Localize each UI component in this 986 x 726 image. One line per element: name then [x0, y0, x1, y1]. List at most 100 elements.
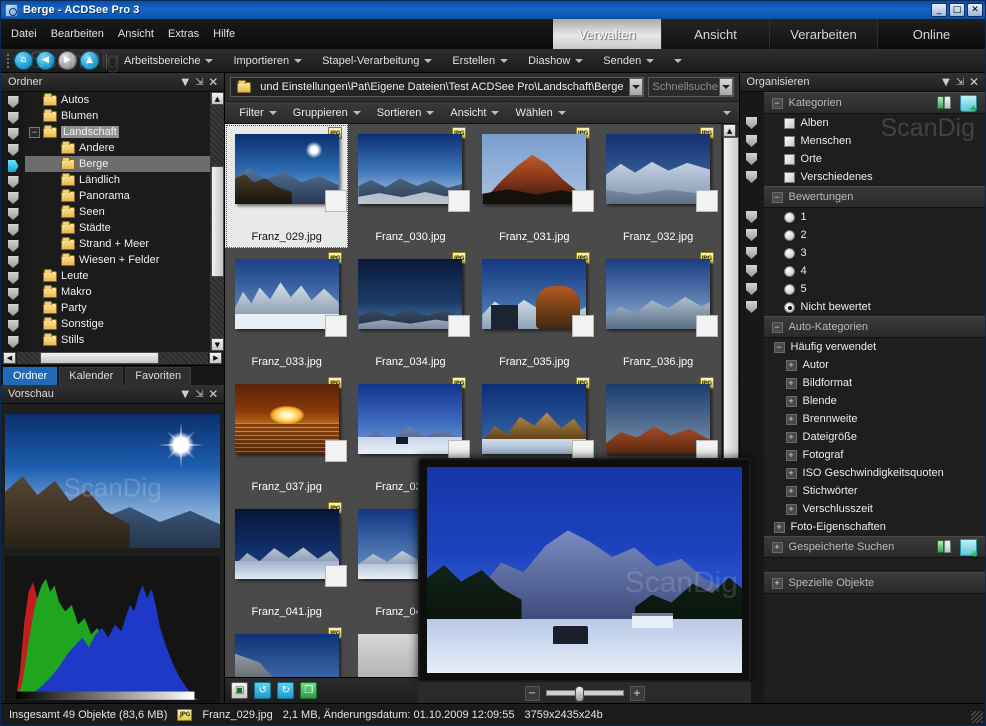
tab-ansicht[interactable]: Ansicht — [661, 19, 769, 49]
checkbox[interactable] — [783, 171, 795, 183]
close-icon[interactable]: ✕ — [206, 387, 220, 401]
tree-tag-icon[interactable] — [1, 318, 25, 334]
tree-item-seen[interactable]: Seen — [25, 204, 210, 220]
chevron-down-icon[interactable]: ▼ — [178, 389, 192, 400]
scroll-up-icon[interactable]: ▲ — [723, 124, 737, 137]
quick-search[interactable]: Schnellsuche — [647, 77, 734, 97]
back-icon[interactable]: ◀ — [36, 51, 55, 70]
tree-item-panorama[interactable]: Panorama — [25, 188, 210, 204]
tree-tag-icon[interactable] — [1, 254, 25, 270]
path-input[interactable]: und Einstellungen\Pat\Eigene Dateien\Tes… — [230, 77, 644, 97]
tree-tag-icon[interactable] — [1, 334, 25, 350]
thumbnail-cell[interactable]: JPG Franz_033.jpg — [225, 249, 350, 374]
tab-favoriten[interactable]: Favoriten — [125, 367, 192, 385]
tree-item-sonstige[interactable]: Sonstige — [25, 316, 210, 332]
collapse-icon[interactable]: − — [29, 126, 40, 138]
tree-item-wiesen-felder[interactable]: Wiesen + Felder — [25, 252, 210, 268]
select-button[interactable]: Wählen — [507, 107, 573, 119]
tree-tag-icon[interactable] — [1, 158, 25, 174]
maximize-button[interactable]: □ — [949, 3, 965, 17]
auto-category-blende[interactable]: + Blende — [764, 392, 985, 410]
menu-item-extras[interactable]: Extras — [168, 28, 199, 40]
radio-button[interactable] — [783, 229, 795, 241]
thumbnail-cell[interactable]: JPG Franz_036.jpg — [596, 249, 721, 374]
organize-tag-icon[interactable] — [740, 226, 764, 244]
thumbnail-cell[interactable]: JPG Franz_031.jpg — [472, 124, 597, 249]
expand-icon[interactable]: + — [785, 413, 797, 425]
folder-tree[interactable]: Autos Blumen − Landschaft Andere Berge Ländlic… — [25, 92, 211, 351]
checkbox[interactable] — [783, 117, 795, 129]
expand-icon[interactable]: + — [773, 521, 785, 533]
collapse-icon[interactable]: − — [771, 321, 783, 333]
thumbnail-cell[interactable]: JPG Franz_035.jpg — [472, 249, 597, 374]
tree-item-blumen[interactable]: Blumen — [25, 108, 210, 124]
menu-item-ansicht[interactable]: Ansicht — [118, 28, 154, 40]
scroll-left-icon[interactable]: ◀ — [3, 352, 16, 364]
section-header-gespeicherte-suchen[interactable]: + Gespeicherte Suchen — [763, 536, 985, 559]
group-button[interactable]: Gruppieren — [285, 107, 369, 119]
tag-icon[interactable] — [937, 95, 953, 111]
checkbox[interactable] — [783, 153, 795, 165]
tree-item-berge[interactable]: Berge — [25, 156, 211, 172]
menu-item-bearbeiten[interactable]: Bearbeiten — [51, 28, 104, 40]
toolbar-stapel-verarbeitung[interactable]: Stapel-Verarbeitung — [312, 49, 442, 73]
scroll-thumb[interactable] — [210, 165, 224, 278]
thumbnail-image[interactable] — [482, 134, 587, 204]
tab-verarbeiten[interactable]: Verarbeiten — [769, 19, 877, 49]
radio-button[interactable] — [783, 301, 795, 313]
tree-item-l-ndlich[interactable]: Ländlich — [25, 172, 210, 188]
filter-button[interactable]: Filter — [231, 107, 284, 119]
organize-row-2[interactable]: 2 — [764, 226, 985, 244]
thumbnail-image[interactable] — [606, 134, 711, 204]
scroll-up-icon[interactable]: ▲ — [210, 92, 224, 105]
forward-icon[interactable]: ▶ — [58, 51, 77, 70]
toolbar-senden[interactable]: Senden — [593, 49, 664, 73]
tree-tag-icon[interactable] — [1, 286, 25, 302]
toolbar-diashow[interactable]: Diashow — [518, 49, 593, 73]
section-header-auto-kategorien[interactable]: − Auto-Kategorien — [763, 316, 985, 338]
thumbnail-image[interactable] — [482, 259, 587, 329]
thumbnail-image[interactable] — [234, 509, 339, 579]
auto-category-autor[interactable]: + Autor — [764, 356, 985, 374]
expand-icon[interactable]: + — [771, 541, 783, 553]
zoom-in-button[interactable]: + — [629, 685, 645, 701]
export-icon[interactable]: ▣ — [231, 682, 249, 699]
tree-tag-icon[interactable] — [1, 238, 25, 254]
menu-bar[interactable]: Datei Bearbeiten Ansicht Extras Hilfe — [1, 19, 235, 49]
collapse-icon[interactable]: − — [771, 191, 783, 203]
tree-item-strand-meer[interactable]: Strand + Meer — [25, 236, 210, 252]
filterbar-overflow[interactable] — [715, 110, 739, 115]
organize-tag-icon[interactable] — [740, 262, 764, 280]
organize-row-3[interactable]: 3 — [764, 244, 985, 262]
rotate-left-icon[interactable]: ↺ — [254, 682, 272, 699]
pin-icon[interactable]: ⇲ — [192, 77, 206, 88]
organize-row-verschiedenes[interactable]: Verschiedenes — [764, 168, 985, 186]
checkbox[interactable] — [783, 135, 795, 147]
minimize-button[interactable]: _ — [931, 3, 947, 17]
home-icon[interactable]: ⌂ — [14, 51, 33, 70]
tree-tag-icon[interactable] — [1, 302, 25, 318]
expand-icon[interactable]: + — [785, 503, 797, 515]
organize-tag-icon[interactable] — [740, 208, 764, 226]
organize-tag-icon[interactable] — [740, 244, 764, 262]
folder-panel-tabs[interactable]: Ordner Kalender Favoriten — [1, 365, 225, 385]
tree-item-stills[interactable]: Stills — [25, 332, 210, 348]
thumbnail-cell[interactable]: JPG Franz_034.jpg — [349, 249, 473, 374]
close-icon[interactable]: ✕ — [206, 75, 220, 89]
tree-item-landschaft[interactable]: − Landschaft — [25, 124, 210, 140]
thumbnail-cell[interactable]: JPG Franz_032.jpg — [596, 124, 721, 249]
auto-category-foto-eigenschaften[interactable]: + Foto-Eigenschaften — [764, 518, 985, 536]
tree-item-makro[interactable]: Makro — [25, 284, 210, 300]
thumbnail-image[interactable] — [234, 259, 339, 329]
tab-kalender[interactable]: Kalender — [59, 367, 124, 385]
zoom-slider-row[interactable]: − + — [418, 682, 751, 704]
organize-row-1[interactable]: 1 — [764, 208, 985, 226]
auto-category-brennweite[interactable]: + Brennweite — [764, 410, 985, 428]
toolbar-grip[interactable] — [5, 53, 11, 69]
tree-tag-icon[interactable] — [1, 142, 25, 158]
toolbar-erstellen[interactable]: Erstellen — [442, 49, 518, 73]
expand-icon[interactable]: + — [785, 377, 797, 389]
tree-tag-icon[interactable] — [1, 110, 25, 126]
tree-tag-icon[interactable] — [1, 222, 25, 238]
expand-icon[interactable]: + — [785, 467, 797, 479]
